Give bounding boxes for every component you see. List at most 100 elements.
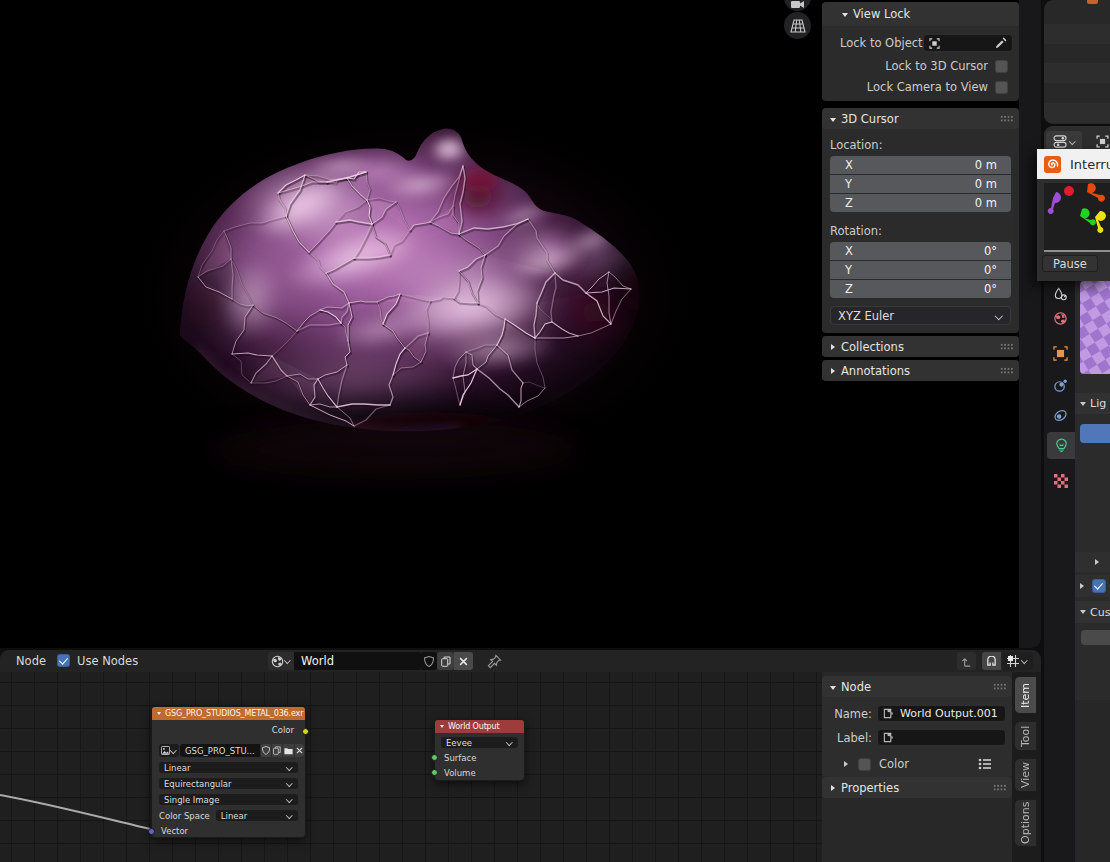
panel-grip-icon[interactable] [1000,343,1013,350]
source-dropdown[interactable]: Single Image [159,794,298,805]
tab-tool[interactable]: Tool [1015,721,1037,751]
unlink-world-button[interactable] [454,652,473,670]
tab-render-properties[interactable] [1047,281,1074,308]
eyedropper-icon[interactable] [995,37,1007,49]
constraints-icon [1053,378,1068,393]
collapse-triangle-icon[interactable] [844,761,848,767]
checkbox-panel-header[interactable] [1075,575,1110,597]
duplicate-icon [273,746,281,755]
fake-user-shield-button[interactable] [261,744,271,757]
image-browse-button[interactable] [159,744,179,757]
copy-datablock-button[interactable] [272,744,282,757]
use-nodes-checkbox[interactable] [57,654,70,667]
panel-grip-icon[interactable] [993,683,1006,690]
fake-user-shield-button[interactable] [420,652,437,670]
image-name-field[interactable]: GSG_PRO_STU... [180,744,260,757]
tab-light-data-properties[interactable] [1047,432,1075,459]
node-label-label: Label: [828,731,872,745]
volume-input-socket[interactable] [431,769,438,776]
tab-constraints-properties[interactable] [1047,372,1074,399]
pause-button[interactable]: Pause [1042,255,1098,272]
tab-object-properties[interactable] [1047,340,1074,367]
rotation-order-dropdown[interactable]: XYZ Euler [830,306,1011,325]
annotations-panel-header[interactable]: Annotations [822,360,1019,381]
cursor-rotation-x[interactable]: X 0° [830,242,1011,260]
tab-item[interactable]: Item [1015,676,1037,714]
light-color-field[interactable] [1080,424,1110,443]
pin-icon[interactable] [487,654,502,669]
new-world-button[interactable] [437,652,454,670]
cursor-location-y[interactable]: Y 0 m [830,175,1011,193]
browse-world-button[interactable] [268,652,294,670]
color-presets-icon[interactable] [978,758,992,770]
shader-editor-header: Node Use Nodes World [0,650,1041,672]
cursor-location-z[interactable]: Z 0 m [830,194,1011,212]
cursor-location-x[interactable]: X 0 m [830,156,1011,174]
cursor-rotation-y[interactable]: Y 0° [830,261,1011,279]
physics-icon [1053,408,1068,423]
collapse-triangle-icon [1080,610,1086,614]
node-name-field[interactable]: World Output.001 [877,705,1006,722]
open-image-folder-button[interactable] [283,744,294,757]
cursor-rotation-z[interactable]: Z 0° [830,280,1011,298]
parent-node-tree-button[interactable] [957,652,976,670]
tab-options[interactable]: Options [1015,799,1037,847]
view-lock-panel: View Lock Lock to Object Lock to 3D Curs… [822,2,1019,101]
tab-view[interactable]: View [1015,758,1037,792]
properties-editor-icon [1053,135,1068,148]
snap-target-dropdown[interactable] [1002,652,1033,670]
viewport-sidebar: View Lock Lock to Object Lock to 3D Curs… [822,0,1019,388]
collapse-triangle-icon [157,712,161,715]
surface-input-socket[interactable] [431,754,438,761]
vector-input-socket[interactable] [148,828,155,835]
panel-grip-icon[interactable] [1000,367,1013,374]
light-panel-header[interactable]: Lig [1075,393,1110,414]
environment-texture-node-header[interactable]: GSG_PRO_STUDIOS_METAL_036.exr [152,707,305,720]
collapse-triangle-icon [1080,583,1084,589]
lock-3d-cursor-checkbox[interactable] [995,60,1008,73]
snap-toggle-button[interactable] [982,652,1001,670]
projection-dropdown[interactable]: Equirectangular [159,778,298,789]
rotation-label: Rotation: [830,224,1011,238]
outliner-row[interactable] [1044,103,1110,123]
node-panel-header[interactable]: Node [822,676,1012,697]
node-label-field[interactable] [877,729,1006,746]
panel-enable-checkbox[interactable] [1092,579,1106,593]
view-lock-panel-header[interactable]: View Lock [822,2,1019,26]
lock-to-object-field[interactable] [923,34,1013,52]
node-editor-canvas[interactable]: GSG_PRO_STUDIOS_METAL_036.exr Color GSG_… [0,672,1041,862]
close-icon [296,747,303,754]
node-color-checkbox[interactable] [858,758,871,771]
3d-viewport[interactable]: View Lock Lock to Object Lock to 3D Curs… [0,0,1041,648]
environment-texture-node[interactable]: GSG_PRO_STUDIOS_METAL_036.exr Color GSG_… [151,706,306,838]
lock-camera-checkbox[interactable] [995,81,1008,94]
3d-cursor-panel-header[interactable]: 3D Cursor [822,108,1019,129]
outliner[interactable] [1044,0,1110,124]
interpolation-dropdown[interactable]: Linear [159,762,298,773]
properties-panel-header[interactable]: Properties [822,777,1012,798]
world-icon [271,655,284,668]
add-custom-property-button[interactable] [1081,630,1110,645]
node-menu[interactable]: Node [16,654,46,668]
output-target-dropdown[interactable]: Eevee [441,737,518,748]
collections-panel-header[interactable]: Collections [822,336,1019,357]
properties-panel: Properties [822,777,1012,798]
outliner-row[interactable] [1044,24,1110,44]
color-space-dropdown[interactable]: Linear [216,810,298,821]
unlink-image-button[interactable] [295,744,304,757]
custom-properties-panel-header[interactable]: Cus [1075,601,1110,623]
tab-texture-properties[interactable] [1047,467,1074,494]
collapsed-subpanel-header[interactable] [1075,552,1110,572]
lock-to-object-label: Lock to Object [840,36,923,50]
panel-grip-icon[interactable] [1000,115,1013,122]
color-output-socket[interactable] [302,728,309,735]
outliner-row[interactable] [1044,63,1110,83]
world-output-node[interactable]: World Output Eevee Surface Volume [434,719,525,781]
tab-physics-properties[interactable] [1047,402,1074,429]
world-output-node-header[interactable]: World Output [435,720,524,733]
tab-world-properties[interactable] [1047,305,1074,332]
panel-grip-icon[interactable] [993,784,1006,791]
perspective-ortho-icon[interactable] [784,12,811,39]
magnet-icon [986,656,997,667]
world-name-field[interactable]: World [294,652,420,670]
